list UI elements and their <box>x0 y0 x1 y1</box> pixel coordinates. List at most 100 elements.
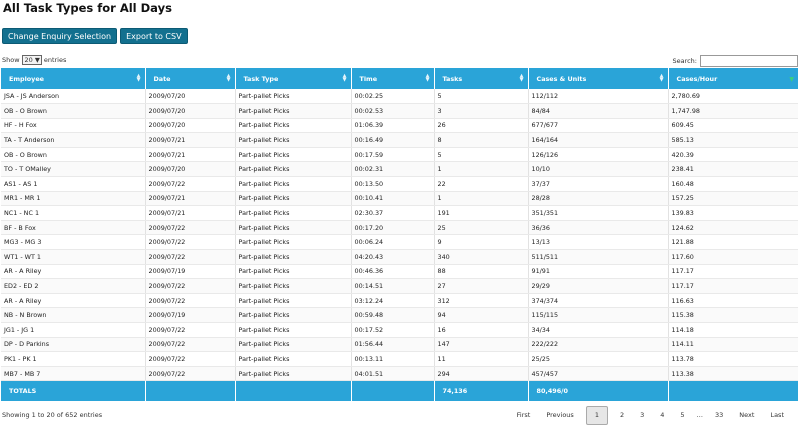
cell-date: 2009/07/21 <box>145 132 236 148</box>
table-row: JG1 - JG 1 2009/07/22 Part-pallet Picks 00:… <box>1 322 798 338</box>
page-button-last-number[interactable]: 33 <box>707 411 731 419</box>
data-table: Employee ▲ ▼ Date ▲ ▼ Task Type ▲ ▼ Time ▲ ▼ Tas… <box>1 68 798 401</box>
table-row: NC1 - NC 1 2009/07/21 Part-pallet Picks 02:… <box>1 205 798 221</box>
cell-tasks: 27 <box>434 278 529 294</box>
cell-tasks: 26 <box>434 118 529 134</box>
column-header-task-type[interactable]: Task Type ▲ ▼ <box>235 68 352 89</box>
entries-select[interactable]: 20 ▼ <box>21 55 42 65</box>
cell-task-type: Part-pallet Picks <box>235 264 352 280</box>
previous-page-button[interactable]: Previous <box>538 411 581 419</box>
cell-tasks: 9 <box>434 234 529 251</box>
cell-tasks: 191 <box>434 205 529 221</box>
cell-time: 01:56.44 <box>351 337 435 353</box>
cell-time: 03:12.24 <box>351 293 435 309</box>
cell-cases-units: 84/84 <box>528 103 669 119</box>
cell-tasks: 88 <box>434 264 529 280</box>
cell-date: 2009/07/22 <box>145 337 236 353</box>
cell-cases-hour: 114.11 <box>668 337 798 353</box>
cell-cases-units: 126/126 <box>528 147 669 163</box>
first-page-button[interactable]: First <box>509 411 539 419</box>
cell-cases-hour: 116.63 <box>668 293 798 309</box>
table-row: AR - A Riley 2009/07/19 Part-pallet Picks 0… <box>1 264 798 280</box>
cell-task-type: Part-pallet Picks <box>235 337 352 353</box>
totals-cell <box>145 380 236 401</box>
cell-time: 00:59.48 <box>351 307 435 323</box>
cell-tasks: 1 <box>434 191 529 207</box>
cell-tasks: 11 <box>434 351 529 367</box>
cell-cases-units: 112/112 <box>528 89 669 105</box>
column-header-date[interactable]: Date ▲ ▼ <box>145 68 236 89</box>
page-button[interactable]: 5 <box>672 411 692 419</box>
table-row: MR1 - MR 1 2009/07/21 Part-pallet Picks 00:… <box>1 191 798 207</box>
cell-time: 00:17.59 <box>351 147 435 163</box>
cell-date: 2009/07/19 <box>145 264 236 280</box>
cell-task-type: Part-pallet Picks <box>235 103 352 119</box>
cell-cases-hour: 117.17 <box>668 278 798 294</box>
cell-time: 00:17.20 <box>351 220 435 236</box>
cell-employee: NC1 - NC 1 <box>1 205 146 221</box>
cell-time: 01:06.39 <box>351 118 435 134</box>
search-label: Search: <box>672 57 697 65</box>
page-button-current[interactable]: 1 <box>585 405 608 425</box>
column-header-time[interactable]: Time ▲ ▼ <box>351 68 435 89</box>
cell-date: 2009/07/22 <box>145 234 236 251</box>
column-header-cases-units[interactable]: Cases & Units ▲ ▼ <box>528 68 669 89</box>
table-row: PK1 - PK 1 2009/07/22 Part-pallet Picks 00:… <box>1 351 798 367</box>
cell-cases-hour: 420.39 <box>668 147 798 163</box>
cell-cases-hour: 238.41 <box>668 161 798 178</box>
cell-date: 2009/07/22 <box>145 249 236 265</box>
export-csv-button[interactable]: Export to CSV <box>120 28 188 44</box>
cell-tasks: 294 <box>434 366 529 382</box>
last-page-button[interactable]: Last <box>762 411 792 419</box>
cell-cases-units: 10/10 <box>528 161 669 178</box>
totals-tasks: 74,136 <box>434 380 529 401</box>
cell-date: 2009/07/20 <box>145 161 236 178</box>
page-button[interactable]: 3 <box>632 411 652 419</box>
cell-employee: AR - A Riley <box>1 293 146 309</box>
sort-both-icon: ▲ ▼ <box>226 73 231 83</box>
table-row: ED2 - ED 2 2009/07/22 Part-pallet Picks 00:… <box>1 278 798 294</box>
cell-cases-hour: 139.83 <box>668 205 798 221</box>
change-enquiry-button[interactable]: Change Enquiry Selection <box>2 28 118 44</box>
column-header-employee[interactable]: Employee ▲ ▼ <box>1 68 146 89</box>
totals-row: TOTALS 74,136 80,496/0 <box>1 380 798 401</box>
page-button[interactable]: 2 <box>612 411 632 419</box>
cell-task-type: Part-pallet Picks <box>235 147 352 163</box>
table-row: HF - H Fox 2009/07/20 Part-pallet Picks 01:… <box>1 118 798 134</box>
cell-cases-hour: 160.48 <box>668 176 798 192</box>
table-row: AS1 - AS 1 2009/07/22 Part-pallet Picks 00:… <box>1 176 798 192</box>
cell-tasks: 147 <box>434 337 529 353</box>
cell-date: 2009/07/20 <box>145 103 236 119</box>
cell-cases-hour: 113.78 <box>668 351 798 367</box>
search-input[interactable] <box>700 55 798 67</box>
cell-employee: JSA - JS Anderson <box>1 89 146 105</box>
entries-label: entries <box>43 56 67 64</box>
cell-cases-units: 164/164 <box>528 132 669 148</box>
cell-task-type: Part-pallet Picks <box>235 366 352 382</box>
cell-cases-hour: 1,747.98 <box>668 103 798 119</box>
cell-task-type: Part-pallet Picks <box>235 176 352 192</box>
totals-cell <box>668 380 798 401</box>
cell-tasks: 25 <box>434 220 529 236</box>
cell-task-type: Part-pallet Picks <box>235 307 352 323</box>
column-header-cases-hour[interactable]: Cases/Hour ▼ <box>668 68 798 89</box>
cell-task-type: Part-pallet Picks <box>235 249 352 265</box>
page-title: All Task Types for All Days <box>3 1 172 15</box>
table-row: OB - O Brown 2009/07/21 Part-pallet Picks 0… <box>1 147 798 163</box>
cell-tasks: 8 <box>434 132 529 148</box>
cell-cases-hour: 609.45 <box>668 118 798 134</box>
sort-both-icon: ▲ ▼ <box>519 73 524 83</box>
column-header-tasks[interactable]: Tasks ▲ ▼ <box>434 68 529 89</box>
cell-time: 00:13.50 <box>351 176 435 192</box>
cell-cases-units: 351/351 <box>528 205 669 221</box>
next-page-button[interactable]: Next <box>731 411 762 419</box>
cell-tasks: 1 <box>434 161 529 178</box>
table-info: Showing 1 to 20 of 652 entries <box>2 411 103 419</box>
cell-cases-units: 677/677 <box>528 118 669 134</box>
cell-time: 00:13.11 <box>351 351 435 367</box>
page-button[interactable]: 4 <box>652 411 672 419</box>
cell-employee: AR - A Riley <box>1 264 146 280</box>
cell-time: 04:01.51 <box>351 366 435 382</box>
totals-label: TOTALS <box>1 380 146 401</box>
sort-both-icon: ▲ ▼ <box>342 73 347 83</box>
